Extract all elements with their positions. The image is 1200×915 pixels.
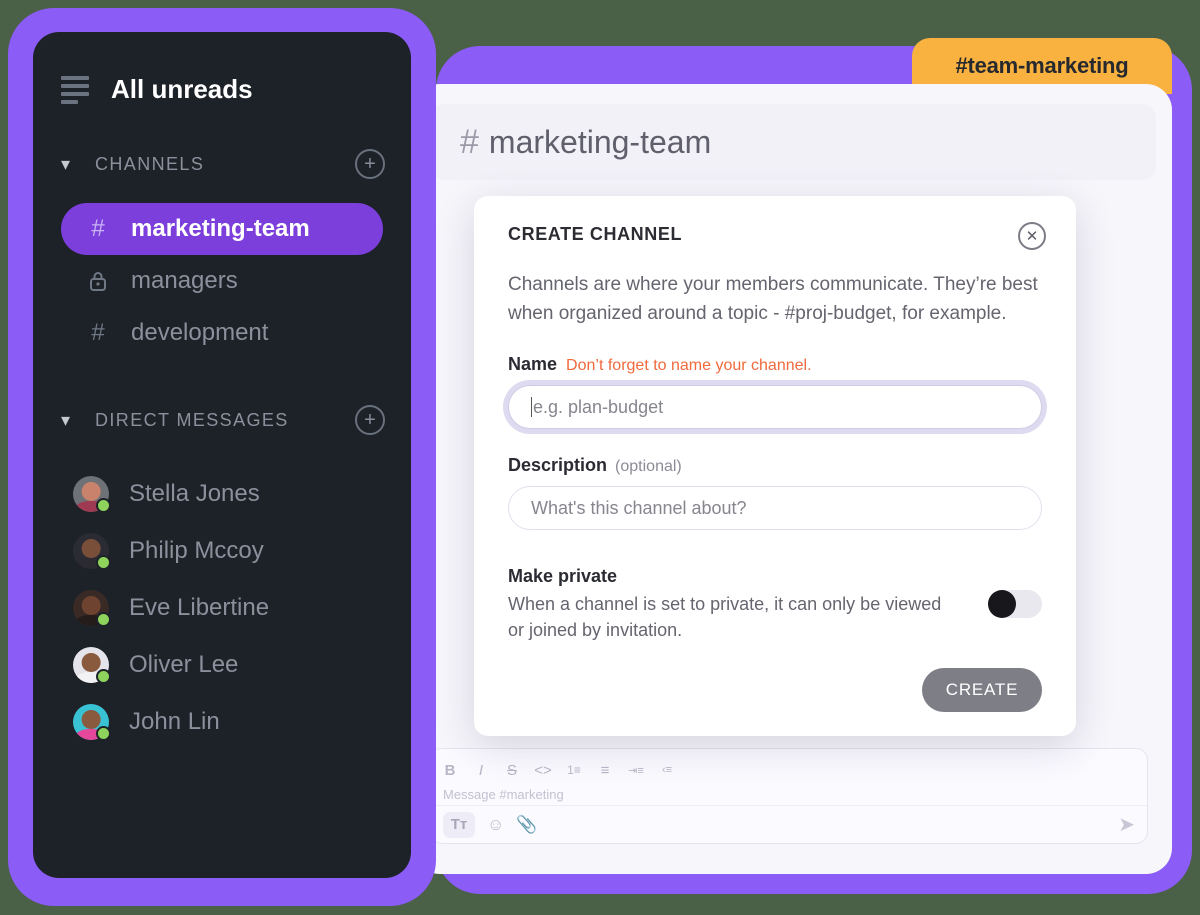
sidebar-item-managers[interactable]: managers <box>61 255 383 307</box>
avatar <box>73 532 111 570</box>
avatar <box>73 475 111 513</box>
avatar <box>73 589 111 627</box>
modal-description: Channels are where your members communic… <box>508 274 1038 324</box>
emoji-icon[interactable]: ☺ <box>487 815 504 835</box>
description-field-label: Description (optional) <box>508 455 1042 476</box>
make-private-title: Make private <box>508 566 618 586</box>
all-unreads-label: All unreads <box>111 74 253 104</box>
chevron-down-icon[interactable]: ▾ <box>61 410 79 431</box>
make-private-description: When a channel is set to private, it can… <box>508 594 942 641</box>
make-private-toggle[interactable] <box>988 590 1042 618</box>
hash-icon: # <box>460 122 479 161</box>
add-channel-button[interactable]: + <box>355 149 385 179</box>
channel-description-input[interactable]: What's this channel about? <box>508 486 1042 530</box>
strikethrough-icon[interactable]: S <box>503 761 521 779</box>
toggle-knob <box>988 590 1016 618</box>
code-icon[interactable]: <> <box>534 761 552 779</box>
status-badge-online <box>96 554 111 570</box>
format-toggle-button[interactable]: Tт <box>443 811 475 838</box>
bullet-list-icon[interactable]: ≡ <box>596 761 614 779</box>
chevron-down-icon[interactable]: ▾ <box>61 154 79 175</box>
direct-messages-section-header[interactable]: ▾ DIRECT MESSAGES + <box>33 405 411 435</box>
status-badge-online <box>96 725 111 741</box>
name-error-message: Don’t forget to name your channel. <box>566 357 812 374</box>
close-circle-icon[interactable]: ✕ <box>1018 222 1046 250</box>
send-icon[interactable]: ➤ <box>1118 812 1135 837</box>
sidebar-dm-label: Stella Jones <box>129 479 260 507</box>
channels-section-header[interactable]: ▾ CHANNELS + <box>33 149 411 179</box>
sidebar-item-label: development <box>131 319 269 346</box>
channel-header-title: marketing-team <box>488 123 712 160</box>
create-button[interactable]: CREATE <box>922 668 1042 712</box>
tab-badge-label: #team-marketing <box>955 53 1129 78</box>
description-label-text: Description <box>508 455 608 475</box>
italic-icon[interactable]: I <box>472 761 490 779</box>
ordered-list-icon[interactable]: 1≡ <box>565 761 583 779</box>
hamburger-icon <box>61 75 89 104</box>
create-channel-modal: CREATE CHANNEL ✕ Channels are where your… <box>474 196 1076 736</box>
blockquote-icon[interactable]: ⇥≡ <box>627 761 645 779</box>
status-badge-online <box>96 611 111 627</box>
sidebar-item-marketing-team[interactable]: # marketing-team <box>61 203 383 255</box>
status-badge-online <box>96 497 111 513</box>
sidebar-item-label: managers <box>131 267 238 294</box>
text-caret <box>531 397 532 417</box>
sidebar-dm-eve-libertine[interactable]: Eve Libertine <box>61 579 383 636</box>
modal-title: CREATE CHANNEL <box>508 224 683 244</box>
message-input[interactable]: Message #marketing <box>431 783 1147 802</box>
description-optional-hint: (optional) <box>615 458 682 475</box>
add-direct-message-button[interactable]: + <box>355 405 385 435</box>
channel-name-placeholder: e.g. plan-budget <box>533 396 664 417</box>
make-private-row: Make private When a channel is set to pr… <box>508 566 1042 643</box>
hash-icon: # <box>91 319 105 346</box>
sidebar-dm-label: Oliver Lee <box>129 650 239 678</box>
sidebar-dm-label: John Lin <box>129 707 220 735</box>
channel-header: # marketing-team <box>430 104 1156 180</box>
name-label-text: Name <box>508 354 558 374</box>
sidebar-dm-label: Philip Mccoy <box>129 536 264 564</box>
sidebar-dm-stella-jones[interactable]: Stella Jones <box>61 465 383 522</box>
avatar <box>73 703 111 741</box>
all-unreads-item[interactable]: All unreads <box>33 32 411 105</box>
sidebar-dm-label: Eve Libertine <box>129 593 270 621</box>
sidebar-item-development[interactable]: # development <box>61 307 383 359</box>
bold-icon[interactable]: B <box>441 761 459 779</box>
app-screenshot: #team-marketing # marketing-team e osts. <box>0 0 1200 915</box>
paperclip-icon[interactable]: 📎 <box>516 815 537 835</box>
sidebar-dm-oliver-lee[interactable]: Oliver Lee <box>61 636 383 693</box>
lock-icon <box>83 270 113 292</box>
chat-window: # marketing-team e osts. <box>414 84 1172 874</box>
sidebar: All unreads ▾ CHANNELS + # marketing-tea… <box>33 32 411 878</box>
status-badge-online <box>96 668 111 684</box>
hash-icon: # <box>91 215 105 242</box>
sidebar-dm-john-lin[interactable]: John Lin <box>61 693 383 750</box>
message-composer[interactable]: B I S <> 1≡ ≡ ⇥≡ ‹≡ Message #marketing T… <box>430 748 1148 844</box>
code-block-icon[interactable]: ‹≡ <box>658 761 676 779</box>
channels-section-title: CHANNELS <box>95 153 205 174</box>
composer-format-toolbar: B I S <> 1≡ ≡ ⇥≡ ‹≡ <box>431 749 1147 783</box>
avatar <box>73 646 111 684</box>
direct-messages-section-title: DIRECT MESSAGES <box>95 409 289 430</box>
sidebar-item-label: marketing-team <box>131 215 310 242</box>
sidebar-dm-philip-mccoy[interactable]: Philip Mccoy <box>61 522 383 579</box>
composer-actions: Tт ☺ 📎 ➤ <box>431 805 1147 843</box>
channel-name-input[interactable]: e.g. plan-budget <box>508 385 1042 429</box>
channel-description-placeholder: What's this channel about? <box>531 497 747 518</box>
name-field-label: Name Don’t forget to name your channel. <box>508 354 1042 375</box>
